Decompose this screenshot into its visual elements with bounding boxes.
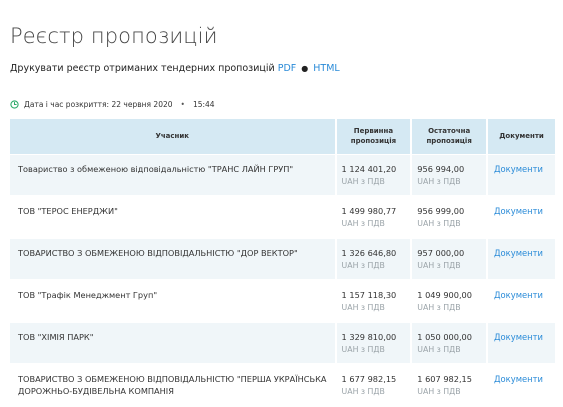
meta-dot: • (180, 100, 185, 109)
first-offer-currency: UAH з ПДВ (341, 176, 385, 186)
table-row: ТОВАРИСТВО З ОБМЕЖЕНОЮ ВІДПОВІДАЛЬНІСТЮ … (10, 365, 555, 407)
header-documents: Документи (486, 119, 555, 155)
first-offer-amount: 1 157 118,30 (341, 290, 397, 300)
final-offer-cell: 1 050 000,00 UAH з ПДВ (410, 323, 487, 365)
header-final-offer-label: Остаточна пропозиція (426, 127, 472, 145)
print-pdf-link[interactable]: PDF (278, 63, 297, 74)
first-offer-cell: 1 124 401,20 UAH з ПДВ (334, 155, 411, 197)
participant-name: ТОВ "Трафік Менеджмент Груп" (10, 281, 335, 323)
header-first-offer: Первинна пропозиція (334, 119, 411, 155)
first-offer-currency: UAH з ПДВ (341, 386, 385, 396)
first-offer-currency: UAH з ПДВ (341, 260, 385, 270)
participant-name: ТОВАРИСТВО З ОБМЕЖЕНОЮ ВІДПОВІДАЛЬНІСТЮ … (10, 239, 335, 281)
documents-link[interactable]: Документи (494, 332, 543, 342)
first-offer-currency: UAH з ПДВ (341, 302, 385, 312)
documents-link[interactable]: Документи (494, 374, 543, 384)
documents-cell: Документи (486, 197, 555, 239)
participant-name: ТОВ "ХІМІЯ ПАРК" (10, 323, 335, 365)
documents-link[interactable]: Документи (494, 206, 543, 216)
table-row: ТОВ "Трафік Менеджмент Груп" 1 157 118,3… (10, 281, 555, 323)
bid-register-page: Реєстр пропозицій Друкувати реєстр отрим… (0, 0, 563, 407)
documents-cell: Документи (486, 365, 555, 407)
print-html-link[interactable]: HTML (313, 63, 339, 74)
final-offer-cell: 1 607 982,15 UAH з ПДВ (410, 365, 487, 407)
final-offer-amount: 1 050 000,00 (417, 332, 472, 342)
documents-link[interactable]: Документи (494, 248, 543, 258)
final-offer-currency: UAH з ПДВ (417, 386, 461, 396)
documents-cell: Документи (486, 239, 555, 281)
participant-name: ТОВ "ТЕРОС ЕНЕРДЖИ" (10, 197, 335, 239)
table-row: ТОВ "ХІМІЯ ПАРК" 1 329 810,00 UAH з ПДВ … (10, 323, 555, 365)
table-row: ТОВ "ТЕРОС ЕНЕРДЖИ" 1 499 980,77 UAH з П… (10, 197, 555, 239)
first-offer-cell: 1 677 982,15 UAH з ПДВ (334, 365, 411, 407)
header-first-offer-label: Первинна пропозиція (350, 127, 397, 145)
final-offer-cell: 956 999,00 UAH з ПДВ (410, 197, 487, 239)
final-offer-amount: 1 607 982,15 (417, 374, 472, 384)
first-offer-cell: 1 326 646,80 UAH з ПДВ (334, 239, 411, 281)
print-separator: ● (301, 64, 309, 73)
first-offer-cell: 1 329 810,00 UAH з ПДВ (334, 323, 411, 365)
table-row: ТОВАРИСТВО З ОБМЕЖЕНОЮ ВІДПОВІДАЛЬНІСТЮ … (10, 239, 555, 281)
documents-cell: Документи (486, 323, 555, 365)
first-offer-amount: 1 326 646,80 (341, 248, 397, 258)
final-offer-currency: UAH з ПДВ (417, 176, 461, 186)
opening-date-line: Дата і час розкриття: 22 червня 2020 • 1… (10, 100, 215, 109)
first-offer-currency: UAH з ПДВ (341, 218, 385, 228)
final-offer-cell: 956 994,00 UAH з ПДВ (410, 155, 487, 197)
page-title: Реєстр пропозицій (10, 24, 218, 48)
final-offer-cell: 957 000,00 UAH з ПДВ (410, 239, 487, 281)
bids-table-header: Учасник Первинна пропозиція Остаточна пр… (10, 119, 555, 155)
participant-name: Товариство з обмеженою відповідальністю … (10, 155, 335, 197)
first-offer-amount: 1 677 982,15 (341, 374, 397, 384)
final-offer-currency: UAH з ПДВ (417, 260, 461, 270)
final-offer-amount: 1 049 900,00 (417, 290, 472, 300)
final-offer-currency: UAH з ПДВ (417, 218, 461, 228)
first-offer-cell: 1 499 980,77 UAH з ПДВ (334, 197, 411, 239)
header-final-offer: Остаточна пропозиція (410, 119, 487, 155)
documents-cell: Документи (486, 281, 555, 323)
final-offer-amount: 957 000,00 (417, 248, 465, 258)
final-offer-cell: 1 049 900,00 UAH з ПДВ (410, 281, 487, 323)
first-offer-cell: 1 157 118,30 UAH з ПДВ (334, 281, 411, 323)
clock-icon (10, 100, 19, 109)
first-offer-currency: UAH з ПДВ (341, 344, 385, 354)
documents-link[interactable]: Документи (494, 290, 543, 300)
final-offer-currency: UAH з ПДВ (417, 344, 461, 354)
bids-table: Учасник Первинна пропозиція Остаточна пр… (10, 119, 555, 407)
first-offer-amount: 1 499 980,77 (341, 206, 397, 216)
print-register-line: Друкувати реєстр отриманих тендерних про… (10, 63, 340, 74)
final-offer-amount: 956 994,00 (417, 164, 465, 174)
documents-link[interactable]: Документи (494, 164, 543, 174)
opening-date-label: Дата і час розкриття: 22 червня 2020 (24, 100, 173, 109)
opening-time: 15:44 (192, 100, 215, 109)
header-participant: Учасник (10, 119, 335, 155)
final-offer-amount: 956 999,00 (417, 206, 465, 216)
first-offer-amount: 1 124 401,20 (341, 164, 397, 174)
first-offer-amount: 1 329 810,00 (341, 332, 397, 342)
table-row: Товариство з обмеженою відповідальністю … (10, 155, 555, 197)
participant-name: ТОВАРИСТВО З ОБМЕЖЕНОЮ ВІДПОВІДАЛЬНІСТЮ … (10, 365, 335, 407)
print-register-label: Друкувати реєстр отриманих тендерних про… (10, 63, 275, 74)
final-offer-currency: UAH з ПДВ (417, 302, 461, 312)
documents-cell: Документи (486, 155, 555, 197)
